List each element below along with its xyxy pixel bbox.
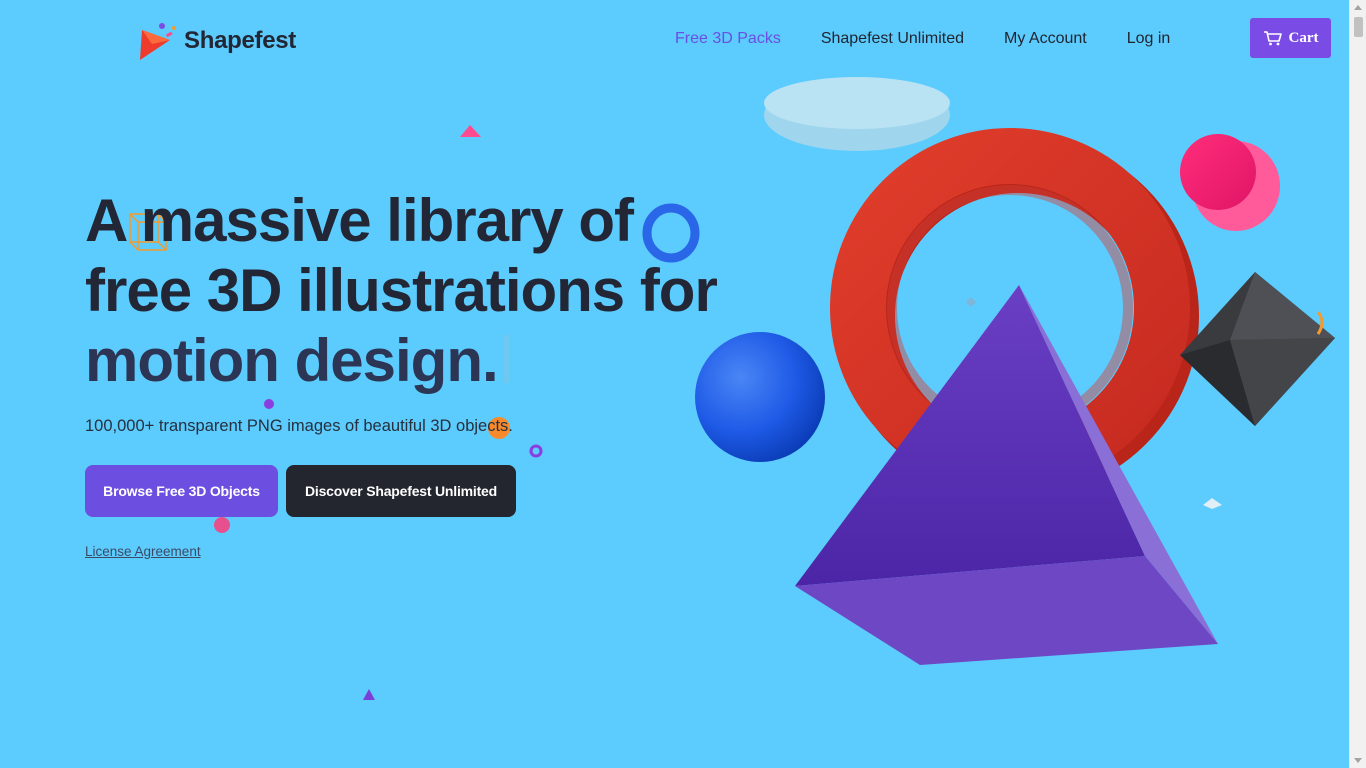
scroll-thumb[interactable] [1354,17,1363,37]
nav-my-account[interactable]: My Account [1004,30,1087,48]
brand-name: Shapefest [184,27,297,54]
diamond-sparkle-shape [966,297,976,307]
license-agreement-link[interactable]: License Agreement [85,544,201,559]
cylinder-shape [1180,134,1280,231]
hero-headline: A massive library of free 3D illustratio… [85,186,765,396]
headline-line-3: motion design. [85,327,499,394]
nav-log-in[interactable]: Log in [1127,30,1171,48]
mini-ring-shape [529,444,543,458]
small-dot-shape [264,399,274,409]
shapefest-logo-icon [140,23,176,60]
tiny-pyramid-shape [363,689,375,700]
nav-shapefest-unlimited[interactable]: Shapefest Unlimited [821,30,964,48]
pink-bead-shape [214,517,230,533]
cart-icon [1263,31,1282,46]
main-nav: Free 3D Packs Shapefest Unlimited My Acc… [675,30,1210,48]
page-scrollbar[interactable] [1349,0,1366,768]
pyramid-shape [795,285,1218,665]
headline-line-2: free 3D illustrations for [85,257,718,324]
cart-button[interactable]: Cart [1250,18,1331,58]
disc-shape [764,77,950,151]
headline-line-1: A massive library of [85,187,634,254]
brand-logo[interactable]: Shapefest [138,20,296,62]
discover-unlimited-button[interactable]: Discover Shapefest Unlimited [286,465,516,517]
cart-label: Cart [1288,29,1319,46]
scroll-down-arrow-icon[interactable] [1354,758,1362,763]
page: Shapefest Free 3D Packs Shapefest Unlimi… [0,0,1349,768]
browse-free-objects-button[interactable]: Browse Free 3D Objects [85,465,278,517]
octahedron-shape [1180,272,1335,426]
small-cone-shape [460,125,481,137]
hero-subtitle: 100,000+ transparent PNG images of beaut… [85,417,513,435]
scroll-up-arrow-icon[interactable] [1354,5,1362,10]
ring-shape [830,128,1199,497]
white-chip-shape [1203,498,1222,509]
nav-free-3d-packs[interactable]: Free 3D Packs [675,30,781,48]
